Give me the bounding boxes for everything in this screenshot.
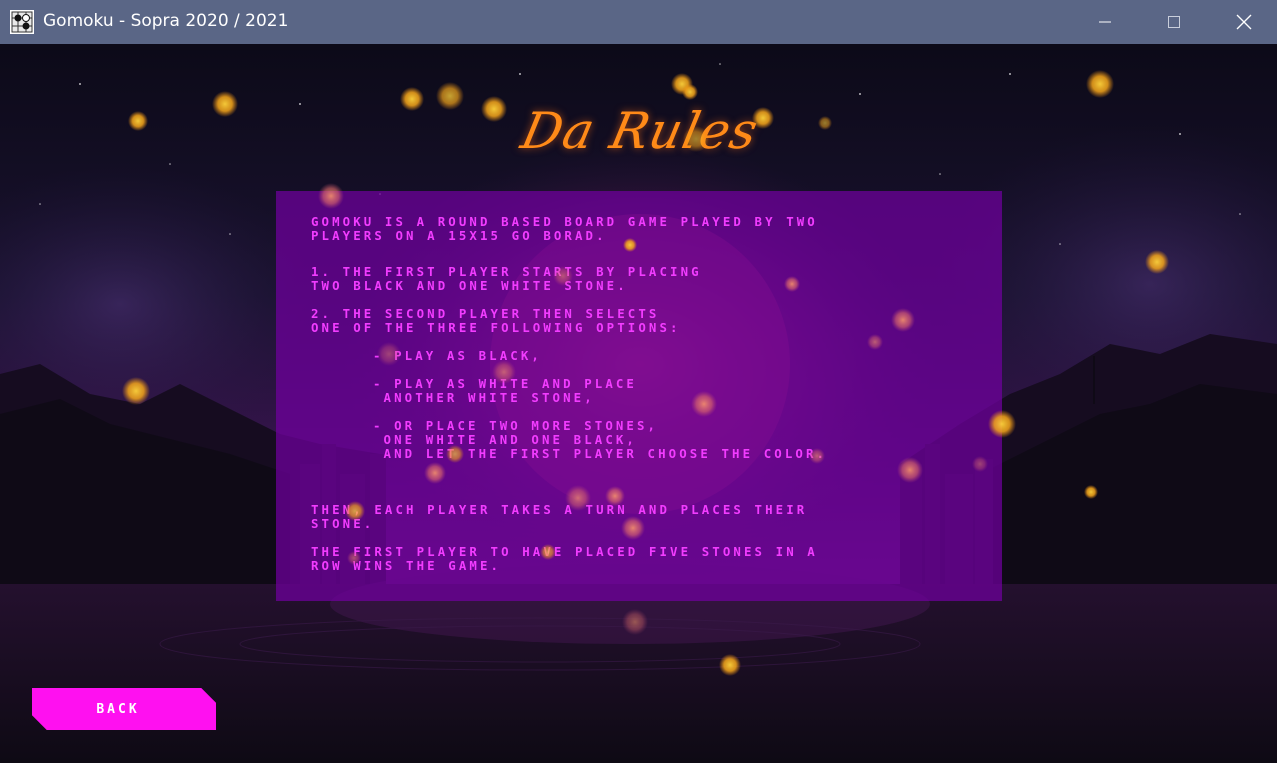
back-button-label: Back — [96, 701, 140, 717]
rules-option-play-white: - play as white and place another white … — [373, 376, 637, 405]
page-title: Da Rules — [516, 102, 764, 160]
minimize-button[interactable] — [1070, 0, 1140, 44]
rules-intro: Gomoku is a round based board game playe… — [311, 214, 818, 243]
close-button[interactable] — [1209, 0, 1277, 44]
app-window: Gomoku - Sopra 2020 / 2021 Da Rules GOMO… — [0, 0, 1277, 763]
maximize-icon — [1168, 16, 1180, 28]
rules-option-play-black: - play as black, — [373, 348, 542, 363]
rules-panel: Gomoku is a round based board game playe… — [276, 191, 1002, 601]
rules-turns: Then, each player takes a turn and place… — [311, 502, 808, 531]
maximize-button[interactable] — [1139, 0, 1209, 44]
close-icon — [1236, 14, 1252, 30]
rules-option-two-stones: - or place two more stones, one white an… — [373, 418, 828, 461]
back-button[interactable]: Back — [32, 688, 216, 730]
rules-step-1: 1. The first player starts by placing tw… — [311, 264, 702, 293]
title-bar[interactable]: Gomoku - Sopra 2020 / 2021 — [0, 0, 1277, 44]
minimize-icon — [1099, 21, 1111, 23]
rules-step-2: 2. The second player then selects one of… — [311, 306, 681, 335]
gomoku-app-icon — [10, 10, 34, 34]
window-title: Gomoku - Sopra 2020 / 2021 — [43, 11, 289, 31]
rules-win-condition: The first player to have placed five sto… — [311, 544, 818, 573]
synthwave-background: Da Rules Gomoku is a round based board g… — [0, 44, 1277, 763]
